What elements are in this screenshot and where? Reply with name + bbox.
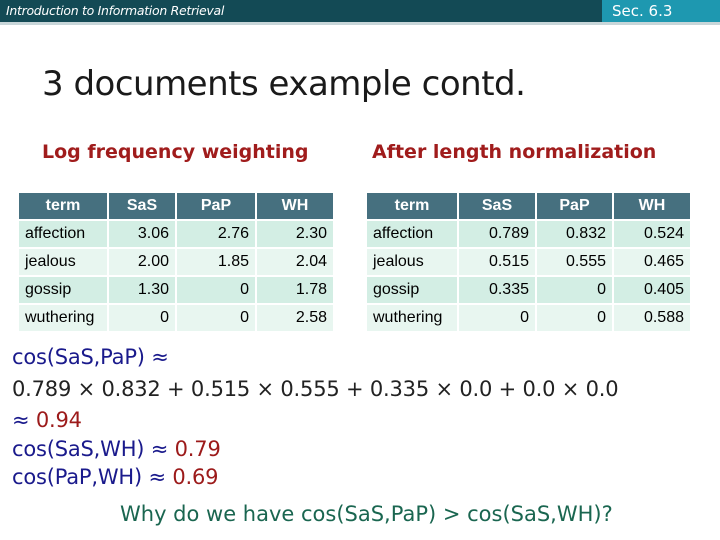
column-header: PaP: [177, 193, 255, 219]
column-header: SaS: [459, 193, 535, 219]
value-cell: 0.405: [614, 277, 690, 303]
value-cell: 2.00: [109, 249, 175, 275]
course-title: Introduction to Information Retrieval: [6, 3, 225, 18]
value-cell: 0: [459, 305, 535, 331]
value-cell: 2.76: [177, 221, 255, 247]
table-row: wuthering 0 0 0.588: [367, 305, 690, 331]
table-row: jealous 2.00 1.85 2.04: [19, 249, 333, 275]
table-row: affection 0.789 0.832 0.524: [367, 221, 690, 247]
term-cell: gossip: [367, 277, 457, 303]
value-cell: 1.30: [109, 277, 175, 303]
header-divider: [0, 22, 720, 25]
section-badge: Sec. 6.3: [602, 0, 720, 22]
cos-sas-wh-line: cos(SaS,WH) ≈ 0.79: [12, 437, 221, 461]
value-cell: 0.515: [459, 249, 535, 275]
term-cell: affection: [19, 221, 107, 247]
discussion-question: Why do we have cos(SaS,PaP) > cos(SaS,WH…: [120, 502, 613, 526]
value-cell: 0.832: [537, 221, 612, 247]
term-cell: wuthering: [367, 305, 457, 331]
value-cell: 0: [177, 305, 255, 331]
approx-symbol: ≈: [12, 408, 36, 432]
value-cell: 0: [109, 305, 175, 331]
column-header: WH: [614, 193, 690, 219]
column-header: term: [367, 193, 457, 219]
value-cell: 0.465: [614, 249, 690, 275]
cos-sas-wh-label: cos(SaS,WH) ≈: [12, 437, 175, 461]
table-header-row: term SaS PaP WH: [19, 193, 333, 219]
column-header: SaS: [109, 193, 175, 219]
length-normalized-table: term SaS PaP WH affection 0.789 0.832 0.…: [365, 191, 692, 333]
value-cell: 1.85: [177, 249, 255, 275]
left-table-heading: Log frequency weighting: [42, 141, 309, 163]
slide-header-bar: Introduction to Information Retrieval Se…: [0, 0, 720, 22]
cos-sas-pap-result: ≈ 0.94: [12, 408, 82, 432]
value-cell: 0.335: [459, 277, 535, 303]
right-table-heading: After length normalization: [372, 141, 657, 163]
term-cell: jealous: [367, 249, 457, 275]
term-cell: wuthering: [19, 305, 107, 331]
term-cell: jealous: [19, 249, 107, 275]
value-cell: 0: [537, 277, 612, 303]
value-cell: 1.78: [257, 277, 333, 303]
value-cell: 2.58: [257, 305, 333, 331]
cos-sas-pap-label: cos(SaS,PaP) ≈: [12, 345, 169, 369]
table-row: wuthering 0 0 2.58: [19, 305, 333, 331]
value-cell: 2.30: [257, 221, 333, 247]
cos-sas-pap-value: 0.94: [35, 408, 82, 432]
cos-pap-wh-line: cos(PaP,WH) ≈ 0.69: [12, 465, 219, 489]
column-header: WH: [257, 193, 333, 219]
table-row: gossip 1.30 0 1.78: [19, 277, 333, 303]
log-frequency-table: term SaS PaP WH affection 3.06 2.76 2.30…: [17, 191, 335, 333]
table-row: gossip 0.335 0 0.405: [367, 277, 690, 303]
cos-pap-wh-value: 0.69: [172, 465, 219, 489]
column-header: PaP: [537, 193, 612, 219]
term-cell: gossip: [19, 277, 107, 303]
dot-product-expression: 0.789 × 0.832 + 0.515 × 0.555 + 0.335 × …: [12, 377, 619, 401]
term-cell: affection: [367, 221, 457, 247]
value-cell: 0: [537, 305, 612, 331]
table-row: affection 3.06 2.76 2.30: [19, 221, 333, 247]
value-cell: 0.789: [459, 221, 535, 247]
cos-pap-wh-label: cos(PaP,WH) ≈: [12, 465, 173, 489]
value-cell: 0.588: [614, 305, 690, 331]
slide-title: 3 documents example contd.: [42, 64, 526, 104]
value-cell: 2.04: [257, 249, 333, 275]
cos-sas-wh-value: 0.79: [174, 437, 221, 461]
value-cell: 3.06: [109, 221, 175, 247]
value-cell: 0.524: [614, 221, 690, 247]
table-row: jealous 0.515 0.555 0.465: [367, 249, 690, 275]
table-header-row: term SaS PaP WH: [367, 193, 690, 219]
value-cell: 0: [177, 277, 255, 303]
column-header: term: [19, 193, 107, 219]
value-cell: 0.555: [537, 249, 612, 275]
